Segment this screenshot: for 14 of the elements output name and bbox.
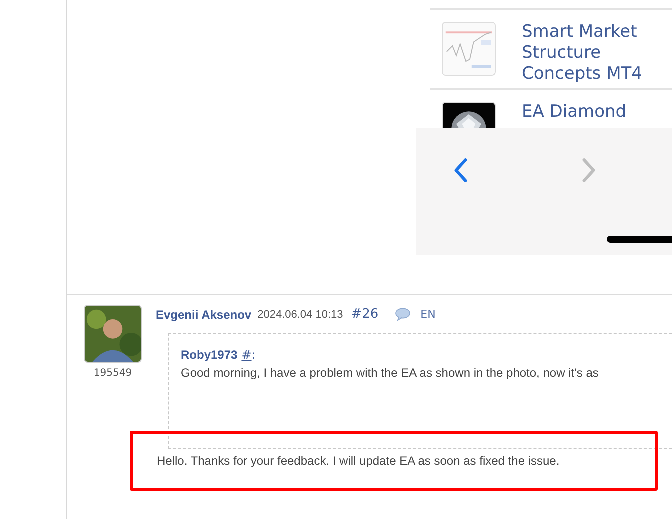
home-indicator — [607, 236, 672, 243]
product-link[interactable]: EA Diamond — [522, 102, 662, 123]
post-number[interactable]: #26 — [351, 305, 379, 324]
post-date: 2024.06.04 10:13 — [258, 308, 344, 322]
speech-bubble-icon[interactable] — [394, 308, 411, 322]
reply-text: Hello. Thanks for your feedback. I will update EA as soon as fixed the issue. — [157, 452, 560, 470]
user-id: 195549 — [94, 367, 132, 381]
author-name[interactable]: Evgenii Aksenov — [156, 306, 252, 324]
quote-text: Good morning, I have a problem with the EA as shown in the photo, now it's as — [181, 364, 600, 382]
language-link[interactable]: EN — [420, 306, 436, 323]
quote-author[interactable]: Roby1973 — [181, 346, 238, 364]
product-link[interactable]: Smart Market Structure Concepts MT4 — [522, 22, 662, 85]
quote-colon: : — [252, 346, 256, 364]
quote-link[interactable]: # — [242, 346, 252, 364]
